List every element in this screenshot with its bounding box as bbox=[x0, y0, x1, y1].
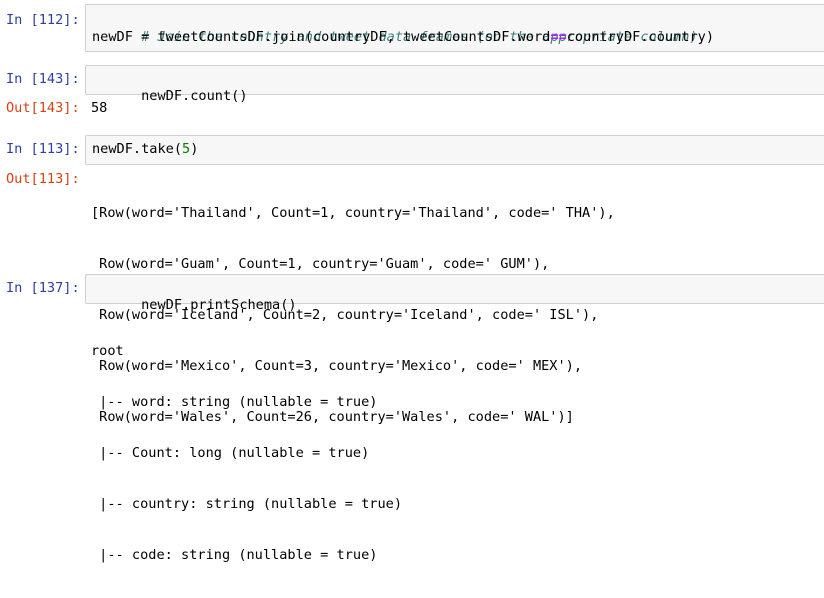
cell-output: 58 bbox=[91, 100, 108, 116]
code-number: 5 bbox=[182, 141, 191, 157]
output-line: [Row(word='Thailand', Count=1, country='… bbox=[91, 205, 615, 221]
output-line: |-- word: string (nullable = true) bbox=[91, 394, 378, 410]
input-prompt: In [143]: bbox=[6, 71, 80, 87]
input-prompt: In [137]: bbox=[6, 280, 80, 296]
code-text: newDF.count() bbox=[141, 88, 248, 104]
output-line: Row(word='Guam', Count=1, country='Guam'… bbox=[91, 256, 550, 272]
input-prompt: In [113]: bbox=[6, 141, 80, 157]
code-line: newDF = tweetCountsDF.join(countryDF, tw… bbox=[92, 29, 714, 46]
code-input[interactable]: # Join the country and tweet data frames… bbox=[85, 4, 824, 52]
notebook-cell-113: In [113]: newDF.take(5) Out[113]: [Row(w… bbox=[0, 135, 824, 425]
cell-output: root |-- word: string (nullable = true) … bbox=[91, 309, 402, 598]
notebook-cell-112: In [112]: # Join the country and tweet d… bbox=[0, 4, 824, 52]
input-prompt: In [112]: bbox=[6, 12, 80, 28]
notebook-cell-137: In [137]: newDF.printSchema() root |-- w… bbox=[0, 274, 824, 563]
code-line: newDF.count() bbox=[92, 71, 248, 122]
code-text: newDF.take( bbox=[92, 141, 183, 157]
output-prompt: Out[113]: bbox=[6, 171, 80, 187]
output-prompt: Out[143]: bbox=[6, 100, 80, 116]
code-input[interactable]: newDF.count() bbox=[85, 65, 824, 104]
code-operator: == bbox=[550, 29, 567, 45]
code-text: countryDF.country) bbox=[566, 29, 715, 45]
code-text: newDF = tweetCountsDF.join(countryDF, tw… bbox=[92, 29, 551, 45]
output-line: root bbox=[91, 343, 124, 359]
code-input[interactable]: newDF.take(5) bbox=[85, 135, 824, 165]
output-line: |-- country: string (nullable = true) bbox=[91, 496, 402, 512]
output-line: |-- code: string (nullable = true) bbox=[91, 547, 378, 563]
code-line: newDF.take(5) bbox=[92, 141, 198, 158]
output-line: |-- Count: long (nullable = true) bbox=[91, 445, 370, 461]
code-input[interactable]: newDF.printSchema() bbox=[85, 274, 824, 313]
code-text: ) bbox=[190, 141, 199, 157]
notebook-cell-143: In [143]: newDF.count() Out[143]: 58 bbox=[0, 65, 824, 120]
